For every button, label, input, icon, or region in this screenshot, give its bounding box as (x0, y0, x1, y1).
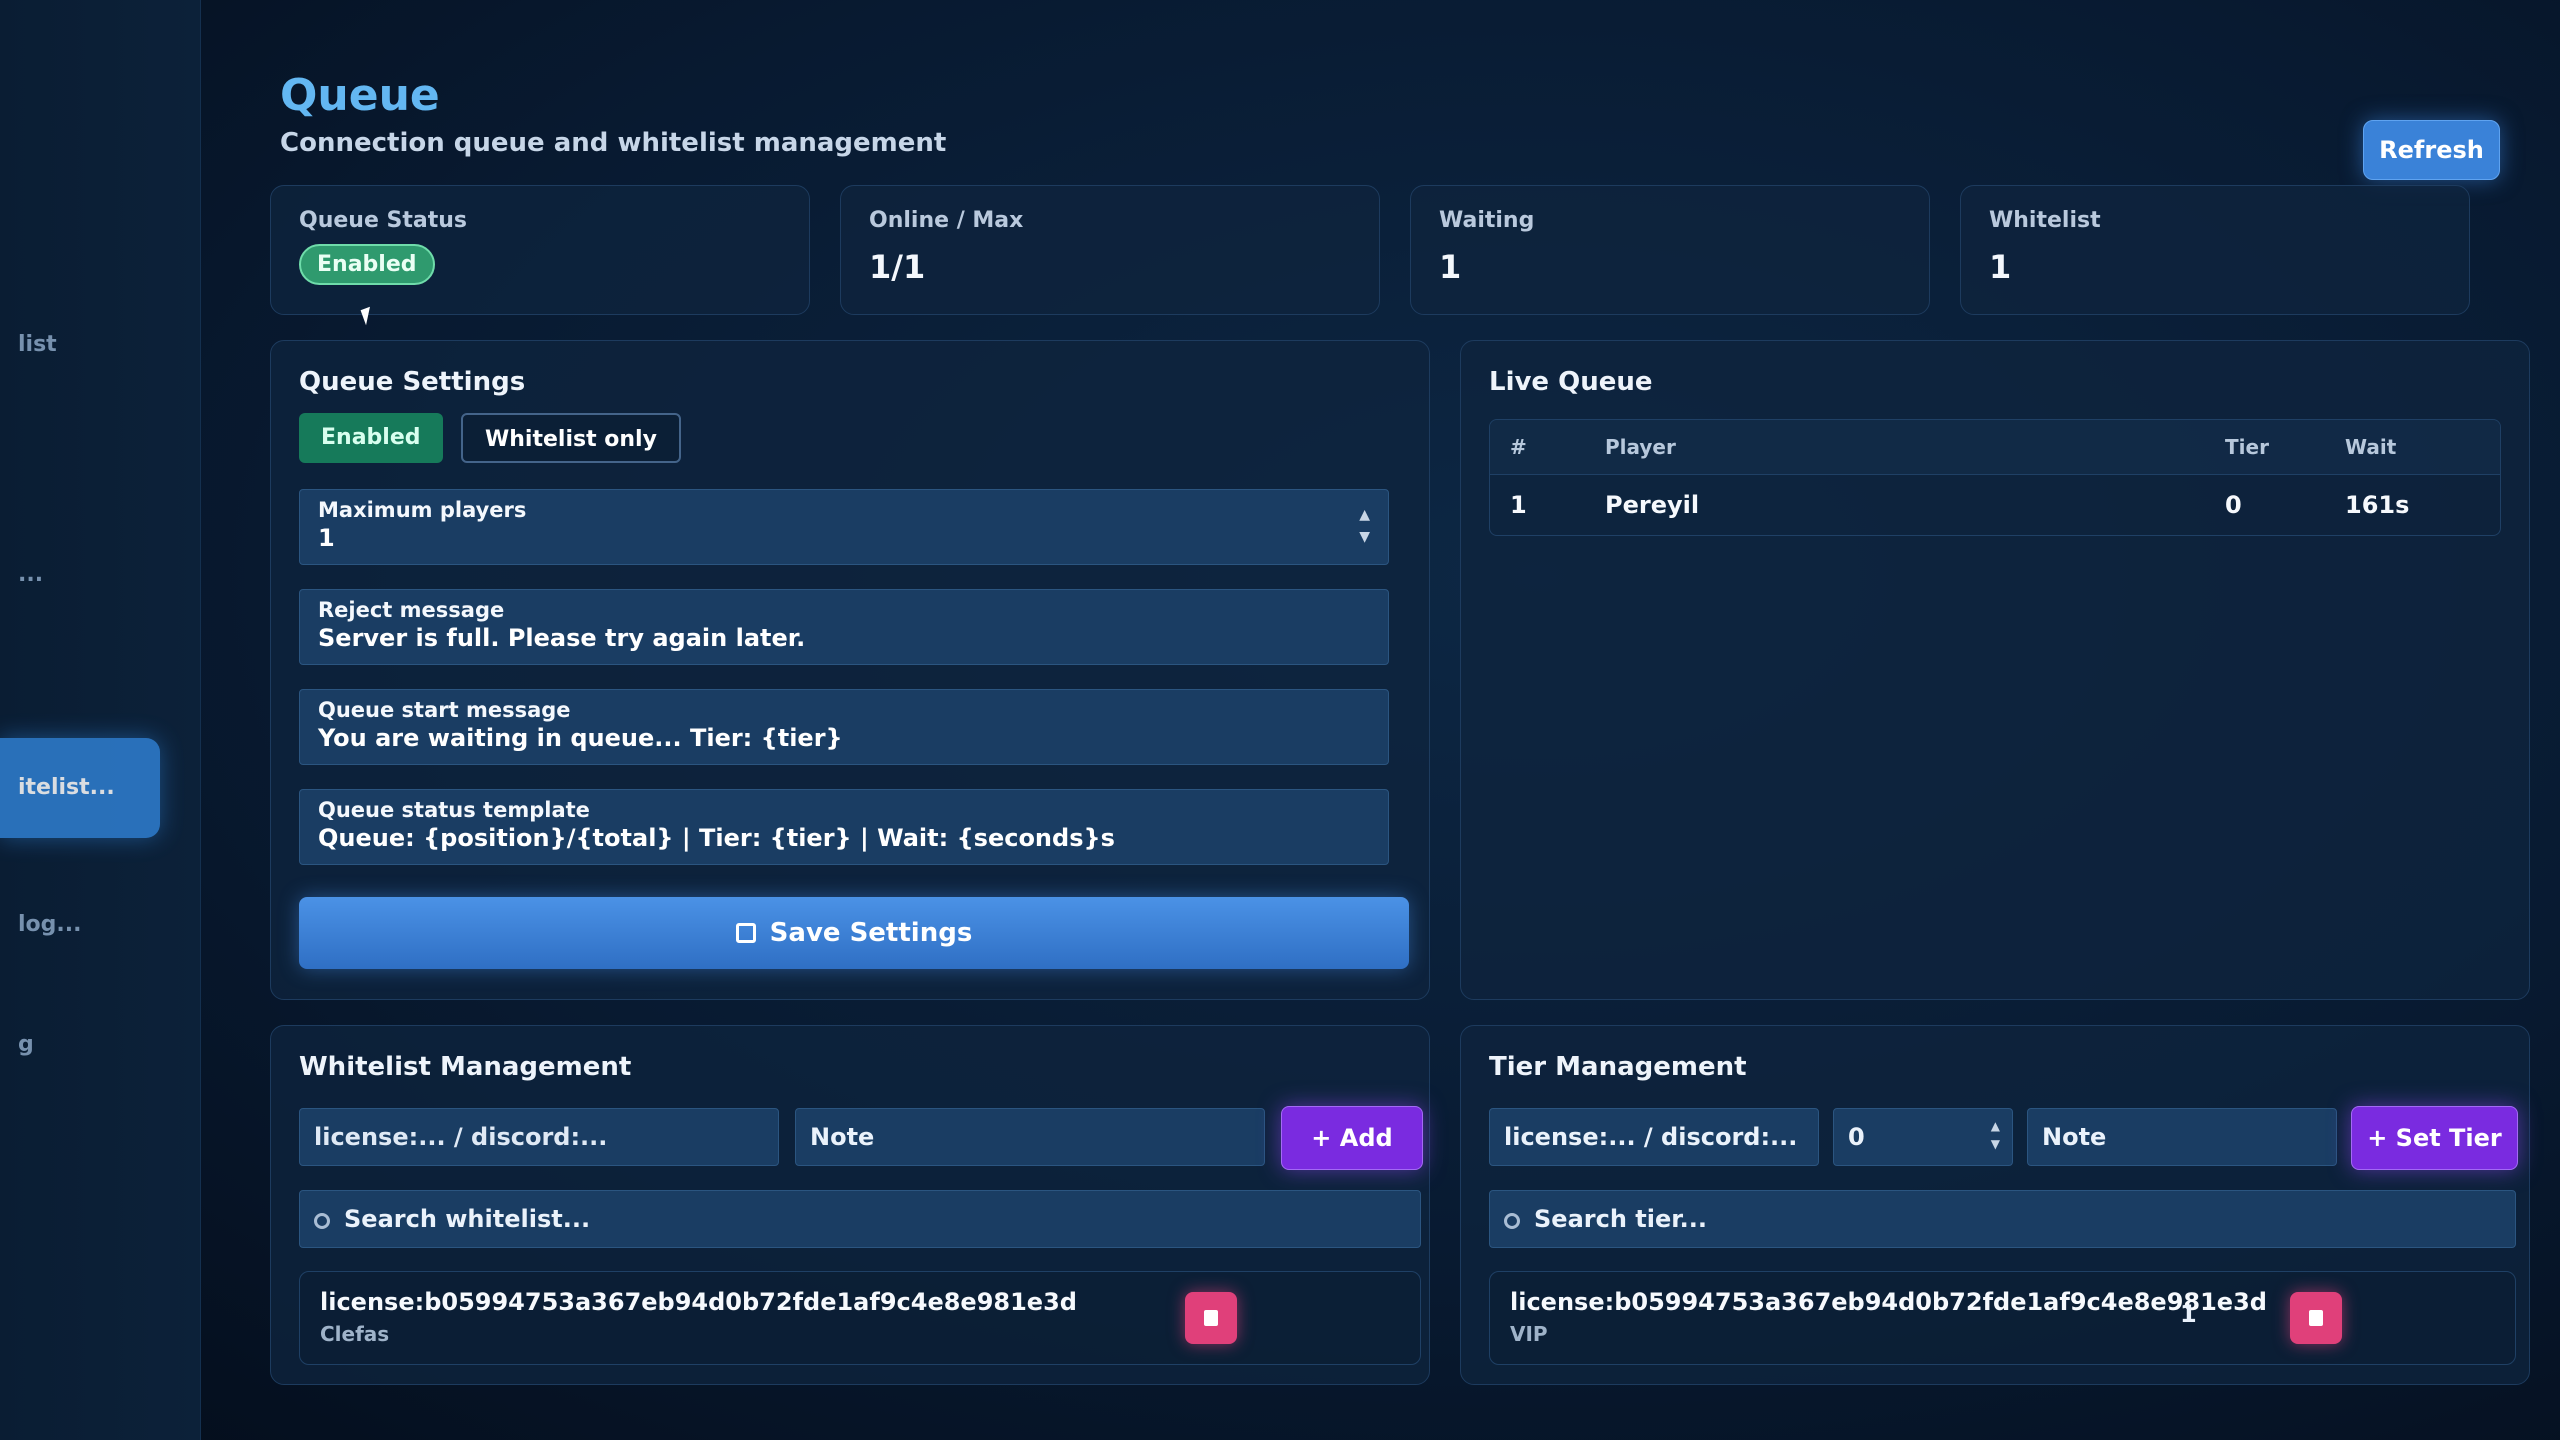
sidebar-item-8[interactable]: g (0, 1025, 168, 1065)
whitelist-entry-note: Clefas (320, 1322, 390, 1346)
tier-number-value: 0 (1848, 1123, 1865, 1151)
table-row[interactable]: 1 Pereyil 0 161s (1490, 474, 2500, 535)
main-content: Queue Connection queue and whitelist man… (240, 40, 2540, 1420)
tier-note-input[interactable]: Note (2027, 1108, 2337, 1166)
sidebar-item-5[interactable]: ... (0, 555, 168, 595)
save-settings-button[interactable]: Save Settings (299, 897, 1409, 969)
number-stepper-icon[interactable]: ▲ ▼ (1991, 1117, 2000, 1153)
whitelist-entry-id: license:b05994753a367eb94d0b72fde1af9c4e… (320, 1288, 1077, 1316)
whitelist-count-label: Whitelist (1989, 208, 2101, 233)
live-queue-title: Live Queue (1489, 367, 1653, 397)
max-players-value[interactable]: 1 (318, 524, 1370, 552)
page-subtitle: Connection queue and whitelist managemen… (280, 128, 947, 158)
tier-management-title: Tier Management (1489, 1052, 1747, 1082)
online-max-label: Online / Max (869, 208, 1024, 233)
mouse-cursor-icon (360, 306, 376, 326)
tier-search-input[interactable]: Search tier... (1489, 1190, 2516, 1248)
max-players-label: Maximum players (318, 498, 527, 522)
list-item: license:b05994753a367eb94d0b72fde1af9c4e… (1489, 1271, 2516, 1365)
whitelist-count-card: Whitelist 1 (1960, 185, 2470, 315)
tier-entry-id: license:b05994753a367eb94d0b72fde1af9c4e… (1510, 1288, 2267, 1316)
waiting-label: Waiting (1439, 208, 1535, 233)
enabled-toggle[interactable]: Enabled (299, 413, 443, 463)
delete-whitelist-button[interactable] (1185, 1292, 1237, 1344)
whitelist-only-toggle[interactable]: Whitelist only (461, 413, 681, 463)
live-queue-panel: Live Queue # Player Tier Wait 1 Pereyil … (1460, 340, 2530, 1000)
table-header: # Player Tier Wait (1490, 420, 2500, 474)
row-num: 1 (1510, 491, 1527, 519)
queue-start-message-value[interactable]: You are waiting in queue... Tier: {tier} (318, 724, 1370, 752)
reject-message-label: Reject message (318, 598, 505, 622)
tier-entry-note: VIP (1510, 1322, 1548, 1346)
list-item: license:b05994753a367eb94d0b72fde1af9c4e… (299, 1271, 1421, 1365)
add-whitelist-button[interactable]: + Add (1281, 1106, 1423, 1170)
sidebar-item-whitelist[interactable]: list (0, 325, 168, 365)
search-icon (1504, 1213, 1520, 1229)
col-num-header: # (1510, 435, 1527, 459)
tier-number-input[interactable]: 0 ▲ ▼ (1833, 1108, 2013, 1166)
row-wait: 161s (2345, 491, 2410, 519)
queue-settings-title: Queue Settings (299, 367, 526, 397)
app-root: list ... itelist... log... g Queue Conne… (0, 0, 2560, 1440)
queue-status-template-value[interactable]: Queue: {position}/{total} | Tier: {tier}… (318, 824, 1370, 852)
queue-status-template-label: Queue status template (318, 798, 590, 822)
trash-icon (1204, 1310, 1218, 1326)
queue-status-card: Queue Status Enabled (270, 185, 810, 326)
whitelist-search-placeholder: Search whitelist... (344, 1205, 591, 1233)
trash-icon (2309, 1310, 2323, 1326)
queue-status-label: Queue Status (299, 208, 468, 233)
col-wait-header: Wait (2345, 435, 2397, 459)
whitelist-note-input[interactable]: Note (795, 1108, 1265, 1166)
queue-settings-panel: Queue Settings Enabled Whitelist only Ma… (270, 340, 1430, 1000)
col-player-header: Player (1605, 435, 1676, 459)
save-icon (735, 923, 756, 943)
reject-message-value[interactable]: Server is full. Please try again later. (318, 624, 1370, 652)
whitelist-search-input[interactable]: Search whitelist... (299, 1190, 1421, 1248)
sidebar-item-whitelist-active[interactable]: itelist... (0, 738, 160, 838)
page-title: Queue (280, 70, 440, 121)
tier-search-placeholder: Search tier... (1534, 1205, 1708, 1233)
number-stepper-icon[interactable]: ▲ ▼ (1359, 504, 1370, 548)
waiting-card: Waiting 1 (1410, 185, 1930, 315)
reject-message-field[interactable]: Reject message Server is full. Please tr… (299, 589, 1389, 665)
set-tier-button[interactable]: + Set Tier (2351, 1106, 2518, 1170)
refresh-button[interactable]: Refresh (2363, 120, 2500, 180)
queue-start-message-field[interactable]: Queue start message You are waiting in q… (299, 689, 1389, 765)
tier-entry-level: 1 (2180, 1300, 2197, 1328)
whitelist-count-value: 1 (1989, 248, 2012, 286)
row-tier: 0 (2225, 491, 2242, 519)
whitelist-management-title: Whitelist Management (299, 1052, 632, 1082)
search-icon (314, 1213, 330, 1229)
sidebar-item-2[interactable] (0, 215, 168, 255)
max-players-field[interactable]: Maximum players 1 ▲ ▼ (299, 489, 1389, 565)
col-tier-header: Tier (2225, 435, 2269, 459)
live-queue-table: # Player Tier Wait 1 Pereyil 0 161s (1489, 419, 2501, 536)
save-settings-label: Save Settings (769, 918, 973, 948)
sidebar-item-logs[interactable]: log... (0, 905, 168, 945)
queue-status-template-field[interactable]: Queue status template Queue: {position}/… (299, 789, 1389, 865)
queue-start-message-label: Queue start message (318, 698, 571, 722)
tier-id-input[interactable]: license:... / discord:... (1489, 1108, 1819, 1166)
waiting-value: 1 (1439, 248, 1462, 286)
status-badge: Enabled (299, 244, 435, 285)
sidebar: list ... itelist... log... g (0, 0, 201, 1440)
row-player: Pereyil (1605, 491, 1700, 519)
whitelist-management-panel: Whitelist Management license:... / disco… (270, 1025, 1430, 1385)
online-max-card: Online / Max 1/1 (840, 185, 1380, 315)
sidebar-item-1[interactable] (0, 100, 168, 140)
online-max-value: 1/1 (869, 248, 926, 286)
tier-management-panel: Tier Management license:... / discord:..… (1460, 1025, 2530, 1385)
delete-tier-button[interactable] (2290, 1292, 2342, 1344)
sidebar-item-4[interactable] (0, 440, 168, 480)
whitelist-id-input[interactable]: license:... / discord:... (299, 1108, 779, 1166)
